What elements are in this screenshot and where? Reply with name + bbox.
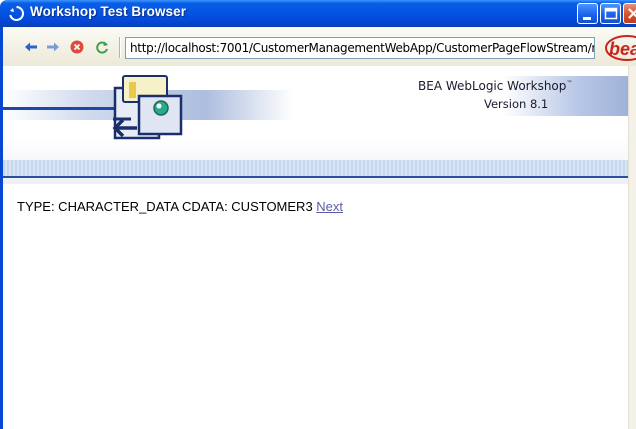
address-bar[interactable]: http://localhost:7001/CustomerManagement… xyxy=(125,37,595,59)
page-content: BEA WebLogic Workshop™ Version 8.1 TYPE:… xyxy=(0,66,636,429)
trademark-mark: ™ xyxy=(566,80,573,87)
banner-decoration xyxy=(3,107,123,110)
svg-text:bea: bea xyxy=(609,39,636,59)
workshop-banner: BEA WebLogic Workshop™ Version 8.1 xyxy=(3,66,628,184)
maximize-button[interactable] xyxy=(600,3,621,24)
refresh-icon[interactable] xyxy=(94,39,110,55)
minimize-button[interactable] xyxy=(577,3,598,24)
workshop-browser-icon xyxy=(9,5,25,21)
workshop-folder-icon xyxy=(112,75,183,140)
back-arrow-icon[interactable] xyxy=(23,39,39,55)
navigation-toolbar: http://localhost:7001/CustomerManagement… xyxy=(0,27,636,66)
minimize-icon xyxy=(583,17,591,20)
brand-title: BEA WebLogic Workshop™ xyxy=(418,79,573,93)
window-title: Workshop Test Browser xyxy=(30,4,187,19)
vertical-scrollbar[interactable] xyxy=(628,66,636,429)
maximize-icon xyxy=(604,7,618,20)
toolbar-separator xyxy=(119,37,121,58)
title-bar[interactable]: Workshop Test Browser xyxy=(0,0,636,27)
browser-window: Workshop Test Browser http://localhost:7… xyxy=(0,0,636,429)
forward-arrow-icon[interactable] xyxy=(45,39,61,55)
close-button[interactable] xyxy=(623,3,636,24)
stream-output-text: TYPE: CHARACTER_DATA CDATA: CUSTOMER3 Ne… xyxy=(17,199,343,214)
banner-stripe xyxy=(3,160,628,178)
brand-version: Version 8.1 xyxy=(484,97,549,111)
close-icon xyxy=(628,8,636,19)
next-link[interactable]: Next xyxy=(316,199,343,214)
bea-logo: bea xyxy=(605,35,636,61)
stop-icon[interactable] xyxy=(69,39,85,55)
cdata-text: TYPE: CHARACTER_DATA CDATA: CUSTOMER3 xyxy=(17,199,317,214)
